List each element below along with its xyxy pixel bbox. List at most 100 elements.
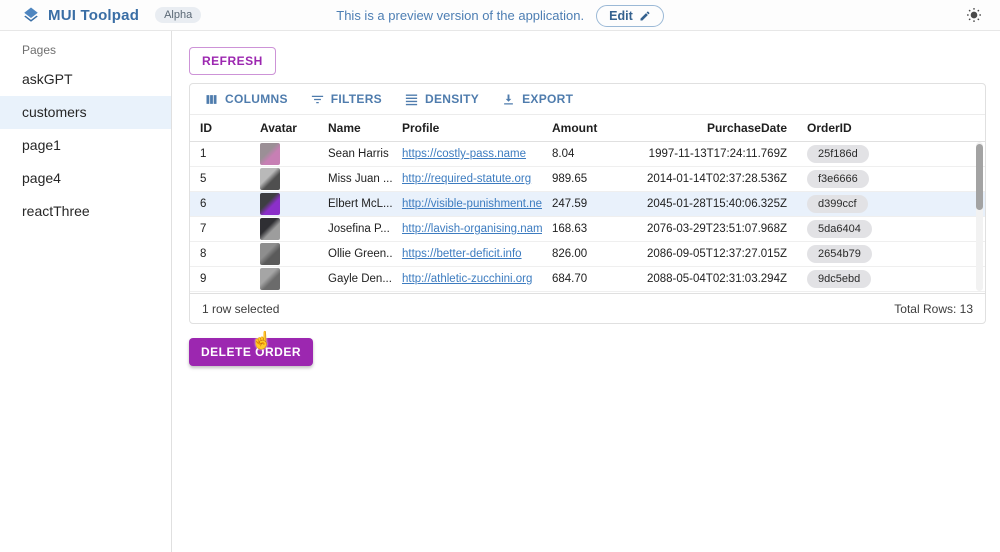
density-icon xyxy=(404,92,419,107)
table-row[interactable]: 1Sean Harrishttps://costly-pass.name8.04… xyxy=(190,142,985,167)
sidebar-item-customers[interactable]: customers xyxy=(0,96,171,129)
cell-avatar xyxy=(250,268,318,290)
cell-amount: 826.00 xyxy=(542,248,622,260)
table-row[interactable]: 7 Josefina P... http://lavish-organising.n… xyxy=(190,217,985,242)
pencil-icon xyxy=(639,10,651,22)
cell-order-id: 5da6404 xyxy=(797,220,985,238)
table-row[interactable]: 8 Ollie Green... https://better-deficit.in… xyxy=(190,242,985,267)
cell-amount: 8.04 xyxy=(542,148,622,160)
column-header-profile[interactable]: Profile xyxy=(392,121,542,135)
profile-link[interactable]: http://athletic-zucchini.org xyxy=(402,273,532,285)
export-button[interactable]: EXPORT xyxy=(493,88,581,111)
edit-button-label: Edit xyxy=(609,9,633,23)
sidebar-item-reactThree[interactable]: reactThree xyxy=(0,195,171,228)
table-row[interactable]: 6Elbert McL...http://visible-punishment.… xyxy=(190,192,985,217)
total-rows: Total Rows: 13 xyxy=(894,302,973,316)
cell-amount: 989.65 xyxy=(542,173,622,185)
main-content: REFRESH COLUMNS FILTERS DENSITY EXPORT IDAv… xyxy=(173,31,1000,552)
cell-avatar xyxy=(250,193,318,215)
order-id-chip: d399ccf xyxy=(807,195,868,213)
sun-icon xyxy=(966,7,982,23)
columns-button[interactable]: COLUMNS xyxy=(196,88,296,111)
sidebar-item-page4[interactable]: page4 xyxy=(0,162,171,195)
profile-link[interactable]: http://visible-punishment.net xyxy=(402,198,542,210)
cell-name: Gayle Den... xyxy=(318,273,392,285)
data-grid: COLUMNS FILTERS DENSITY EXPORT IDAvatarName… xyxy=(189,83,986,324)
cell-amount: 247.59 xyxy=(542,198,622,210)
avatar xyxy=(260,243,280,265)
grid-header-row: IDAvatarNameProfileAmountPurchaseDateOrd… xyxy=(190,114,985,142)
density-label: DENSITY xyxy=(425,92,479,106)
edit-button[interactable]: Edit xyxy=(596,5,664,27)
cell-purchase-date: 2086-09-05T12:37:27.015Z xyxy=(622,248,797,260)
delete-order-button[interactable]: DELETE ORDER xyxy=(189,338,313,366)
theme-toggle-button[interactable] xyxy=(964,5,984,25)
cell-name: Ollie Green... xyxy=(318,248,392,260)
app-title: MUI Toolpad xyxy=(48,7,139,24)
sidebar-nav: askGPTcustomerspage1page4reactThree xyxy=(0,63,171,228)
cell-purchase-date: 2088-05-04T02:31:03.294Z xyxy=(622,273,797,285)
order-id-chip: 9dc5ebd xyxy=(807,270,871,288)
column-header-id[interactable]: ID xyxy=(190,121,250,135)
cell-profile: http://visible-punishment.net xyxy=(392,198,542,210)
cell-amount: 684.70 xyxy=(542,273,622,285)
export-label: EXPORT xyxy=(522,92,573,106)
table-row[interactable]: 9Gayle Den...http://athletic-zucchini.or… xyxy=(190,267,985,292)
order-id-chip: 5da6404 xyxy=(807,220,872,238)
selection-status: 1 row selected xyxy=(202,302,279,316)
toolpad-layers-icon xyxy=(22,6,40,24)
columns-icon xyxy=(204,92,219,107)
top-app-bar: MUI Toolpad Alpha This is a preview vers… xyxy=(0,0,1000,31)
order-id-chip: 2654b79 xyxy=(807,245,872,263)
cell-avatar xyxy=(250,243,318,265)
alpha-badge: Alpha xyxy=(155,7,201,23)
profile-link[interactable]: https://costly-pass.name xyxy=(402,148,526,160)
order-id-chip: 25f186d xyxy=(807,145,869,163)
grid-vertical-scrollbar[interactable] xyxy=(976,142,983,291)
cell-profile: http://athletic-zucchini.org xyxy=(392,273,542,285)
order-id-chip: f3e6666 xyxy=(807,170,869,188)
cell-profile: https://better-deficit.info xyxy=(392,248,542,260)
column-header-amount[interactable]: Amount xyxy=(542,121,622,135)
cell-purchase-date: 2014-01-14T02:37:28.536Z xyxy=(622,173,797,185)
export-icon xyxy=(501,92,516,107)
table-row[interactable]: 5Miss Juan ...http://required-statute.or… xyxy=(190,167,985,192)
column-header-name[interactable]: Name xyxy=(318,121,392,135)
avatar xyxy=(260,143,280,165)
cell-id: 7 xyxy=(190,223,250,235)
filters-button[interactable]: FILTERS xyxy=(302,88,390,111)
avatar xyxy=(260,168,280,190)
preview-banner-text: This is a preview version of the applica… xyxy=(336,8,584,23)
cell-order-id: 2654b79 xyxy=(797,245,985,263)
cell-avatar xyxy=(250,143,318,165)
cell-id: 8 xyxy=(190,248,250,260)
filters-label: FILTERS xyxy=(331,92,382,106)
grid-toolbar: COLUMNS FILTERS DENSITY EXPORT xyxy=(190,84,985,114)
cell-id: 5 xyxy=(190,173,250,185)
cell-purchase-date: 1997-11-13T17:24:11.769Z xyxy=(622,148,797,160)
scrollbar-thumb[interactable] xyxy=(976,144,983,210)
cell-name: Sean Harris xyxy=(318,148,392,160)
sidebar-item-page1[interactable]: page1 xyxy=(0,129,171,162)
sidebar-item-askGPT[interactable]: askGPT xyxy=(0,63,171,96)
cell-avatar xyxy=(250,168,318,190)
profile-link[interactable]: https://better-deficit.info xyxy=(402,248,522,260)
grid-rows-viewport: 1Sean Harrishttps://costly-pass.name8.04… xyxy=(190,142,985,293)
filter-icon xyxy=(310,92,325,107)
column-header-avatar[interactable]: Avatar xyxy=(250,121,318,135)
density-button[interactable]: DENSITY xyxy=(396,88,487,111)
cell-order-id: 9dc5ebd xyxy=(797,270,985,288)
profile-link[interactable]: http://lavish-organising.name xyxy=(402,223,542,235)
cell-order-id: 25f186d xyxy=(797,145,985,163)
brand: MUI Toolpad Alpha xyxy=(22,6,201,24)
avatar xyxy=(260,193,280,215)
column-header-purchasedate[interactable]: PurchaseDate xyxy=(622,121,797,135)
columns-label: COLUMNS xyxy=(225,92,288,106)
avatar xyxy=(260,218,280,240)
cell-purchase-date: 2076-03-29T23:51:07.968Z xyxy=(622,223,797,235)
cell-name: Josefina P... xyxy=(318,223,392,235)
profile-link[interactable]: http://required-statute.org xyxy=(402,173,531,185)
refresh-button[interactable]: REFRESH xyxy=(189,47,276,75)
column-header-orderid[interactable]: OrderID xyxy=(797,121,985,135)
pages-section-label: Pages xyxy=(0,31,171,63)
